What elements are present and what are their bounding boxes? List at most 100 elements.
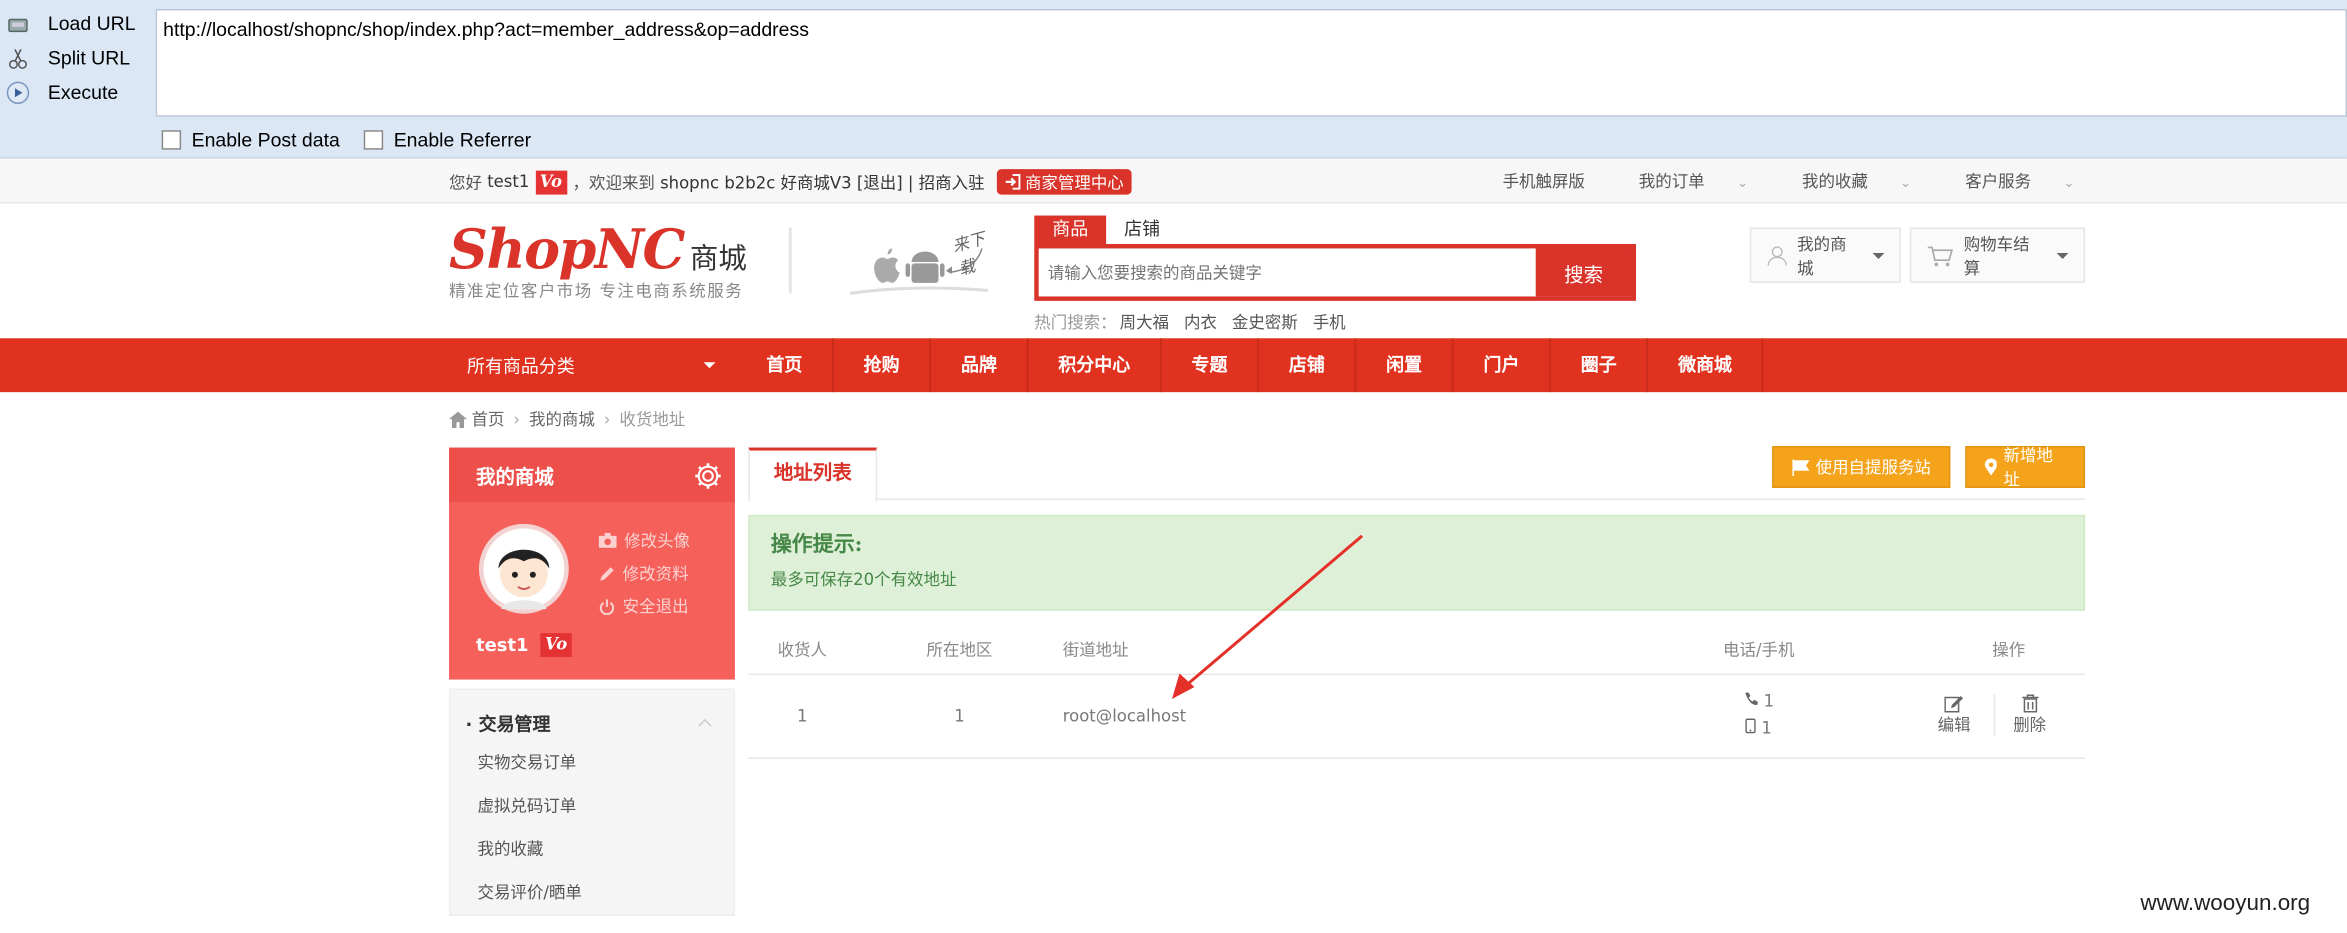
caret-down-icon <box>703 362 716 369</box>
site-name-link[interactable]: shopnc b2b2c 好商城V3 <box>660 170 852 194</box>
mobile-value: 1 <box>1761 718 1772 738</box>
delete-button[interactable]: 删除 <box>1993 694 2064 737</box>
search-area: 商品 店铺 搜索 热门搜索： 周大福 内衣 金史密斯 手机 <box>1034 215 1637 334</box>
breadcrumb-home[interactable]: 首页 <box>471 407 504 431</box>
edit-button[interactable]: 编辑 <box>1920 695 1989 737</box>
gear-icon[interactable] <box>693 460 723 490</box>
search-tab-goods[interactable]: 商品 <box>1034 215 1107 244</box>
site-logo[interactable]: ShopNC 商城 精准定位客户市场 专注电商系统服务 <box>449 219 763 309</box>
enable-referrer-checkbox[interactable]: Enable Referrer <box>363 128 532 152</box>
sidebar-item-physical-orders[interactable]: 实物交易订单 <box>451 741 734 784</box>
nav-item-points[interactable]: 积分中心 <box>1028 338 1162 393</box>
all-categories-menu[interactable]: 所有商品分类 <box>449 338 733 392</box>
tab-address-list[interactable]: 地址列表 <box>748 447 878 502</box>
sidebar-item-virtual-orders[interactable]: 虚拟兑码订单 <box>451 784 734 827</box>
hot-search-label: 热门搜索： <box>1034 312 1117 333</box>
load-url-icon <box>8 17 28 32</box>
my-orders-link[interactable]: 我的订单 ⌄ <box>1612 169 1748 193</box>
enable-post-checkbox[interactable]: Enable Post data <box>161 129 340 151</box>
change-avatar-link[interactable]: 修改头像 <box>598 524 690 557</box>
cell-consignee: 1 <box>748 673 857 759</box>
col-street: 街道地址 <box>1062 625 1632 675</box>
chevron-down-icon: ⌄ <box>2063 176 2075 192</box>
phone-value: 1 <box>1763 691 1775 711</box>
map-pin-icon <box>1984 458 1998 476</box>
cart-label: 购物车结算 <box>1963 234 2030 278</box>
safe-logout-link[interactable]: 安全退出 <box>599 590 690 623</box>
cell-street: root@localhost <box>1062 673 1632 759</box>
sidebar-item-favorites[interactable]: 我的收藏 <box>451 828 734 871</box>
nav-item-brand[interactable]: 品牌 <box>931 338 1029 393</box>
nav-item-circle[interactable]: 圈子 <box>1551 338 1649 393</box>
search-button[interactable]: 搜索 <box>1535 248 1632 297</box>
nav-item-portal[interactable]: 门户 <box>1454 338 1551 393</box>
sidebar-title[interactable]: 我的商城 <box>476 461 554 489</box>
home-icon <box>449 410 468 428</box>
load-url-button[interactable]: Load URL <box>0 6 150 40</box>
avatar-image <box>498 549 550 610</box>
sidebar-group-trade[interactable]: · 交易管理 <box>451 705 734 741</box>
my-favorites-link[interactable]: 我的收藏 ⌄ <box>1775 169 1911 193</box>
vip-badge: Vo <box>535 169 567 194</box>
hackbar-panel: Load URL Split URL Execute http://localh… <box>0 0 2347 159</box>
app-download[interactable]: 来下载 <box>838 228 1003 297</box>
customer-service-link[interactable]: 客户服务 ⌄ <box>1938 169 2074 193</box>
flag-icon <box>1792 458 1810 476</box>
checkbox-box[interactable] <box>363 130 384 150</box>
split-url-button[interactable]: Split URL <box>0 40 150 74</box>
url-textarea[interactable]: http://localhost/shopnc/shop/index.php?a… <box>155 8 2347 117</box>
tab-bar: 地址列表 使用自提服务站 新增地址 <box>748 446 2086 502</box>
browser-viewport: Load URL Split URL Execute http://localh… <box>0 0 2347 933</box>
sidebar-menu: · 交易管理 实物交易订单 虚拟兑码订单 我的收藏 交易评价/晒单 <box>449 688 735 917</box>
seller-center-button[interactable]: 商家管理中心 <box>996 169 1132 195</box>
enable-referrer-label: Enable Referrer <box>393 128 532 152</box>
nav-item-micro-mall[interactable]: 微商城 <box>1648 338 1764 393</box>
checkbox-box[interactable] <box>161 130 182 150</box>
col-region: 所在地区 <box>856 625 1063 675</box>
camera-icon <box>598 532 617 548</box>
hot-word[interactable]: 周大福 <box>1120 310 1169 334</box>
my-mall-button[interactable]: 我的商城 <box>1749 227 1901 283</box>
logout-link[interactable]: [退出] <box>857 170 903 194</box>
delete-label: 删除 <box>2013 715 2047 735</box>
username-link[interactable]: test1 <box>487 172 529 191</box>
breadcrumb-my-mall[interactable]: 我的商城 <box>529 407 595 431</box>
pickup-station-button[interactable]: 使用自提服务站 <box>1772 446 1951 488</box>
tip-title: 操作提示: <box>770 532 863 557</box>
col-consignee: 收货人 <box>748 625 857 675</box>
edit-profile-link[interactable]: 修改资料 <box>599 557 690 590</box>
nav-item-topics[interactable]: 专题 <box>1162 338 1259 393</box>
nav-item-flash-sale[interactable]: 抢购 <box>834 338 932 393</box>
hot-word[interactable]: 金史密斯 <box>1232 310 1298 334</box>
avatar[interactable] <box>478 523 569 614</box>
hot-word[interactable]: 手机 <box>1313 310 1346 334</box>
operation-tip: 操作提示: 最多可保存20个有效地址 <box>748 514 2086 611</box>
user-icon <box>1767 245 1787 265</box>
nav-item-stores[interactable]: 店铺 <box>1259 338 1357 393</box>
sidebar-header: 我的商城 <box>449 447 735 503</box>
cell-phone: 1 1 <box>1631 673 1886 759</box>
mobile-icon <box>1745 718 1757 734</box>
edit-profile-label: 修改资料 <box>622 564 689 584</box>
mobile-site-link[interactable]: 手机触屏版 <box>1503 169 1585 193</box>
my-favorites-label: 我的收藏 <box>1802 172 1868 192</box>
join-link[interactable]: | 招商入驻 <box>908 170 985 194</box>
sidebar-item-reviews[interactable]: 交易评价/晒单 <box>451 871 734 914</box>
pickup-station-label: 使用自提服务站 <box>1815 458 1931 478</box>
welcome-text: ，欢迎来到 <box>572 172 655 193</box>
nav-item-idle[interactable]: 闲置 <box>1356 338 1454 393</box>
hot-word[interactable]: 内衣 <box>1184 310 1217 334</box>
address-table: 收货人 所在地区 街道地址 电话/手机 操作 1 1 root@localhos… <box>748 625 2086 759</box>
cell-actions: 编辑 删除 <box>1885 673 2086 759</box>
scissors-icon <box>8 48 27 69</box>
execute-button[interactable]: Execute <box>0 75 150 109</box>
new-address-button[interactable]: 新增地址 <box>1965 446 2086 489</box>
search-tab-store[interactable]: 店铺 <box>1106 216 1178 244</box>
nav-item-home[interactable]: 首页 <box>736 338 834 393</box>
chevron-right-icon: › <box>603 409 611 429</box>
cart-button[interactable]: 购物车结算 <box>1909 227 2086 283</box>
search-input[interactable] <box>1038 248 1536 297</box>
all-categories-label: 所有商品分类 <box>467 355 575 377</box>
greeting-text: 您好 <box>449 172 482 193</box>
pencil-icon <box>600 566 614 581</box>
